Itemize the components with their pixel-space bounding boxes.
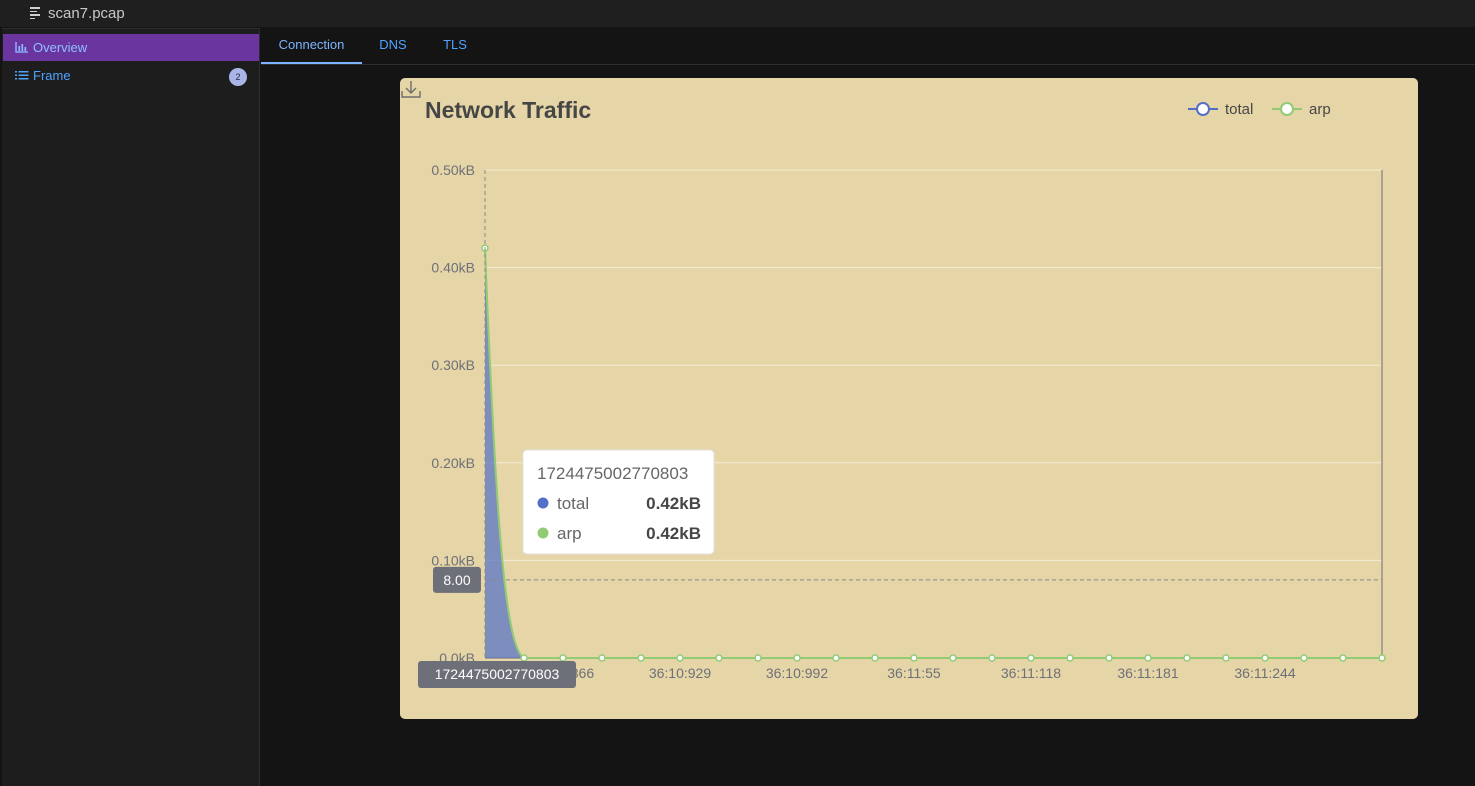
data-point — [1300, 654, 1308, 662]
axis-pointer-y-label: 8.00 — [443, 572, 470, 588]
download-icon[interactable] — [400, 78, 422, 100]
data-point — [754, 654, 762, 662]
data-point — [715, 654, 723, 662]
data-point — [871, 654, 879, 662]
data-point — [1261, 654, 1269, 662]
sidebar-item-label: Frame — [33, 68, 71, 83]
legend-label-total: total — [1225, 101, 1253, 118]
data-point — [793, 654, 801, 662]
tab-connection[interactable]: Connection — [261, 27, 362, 64]
tooltip-series-name: total — [557, 494, 589, 513]
series-area-total — [485, 248, 524, 658]
tab-bar: Connection DNS TLS — [261, 27, 1475, 65]
sidebar-item-frame[interactable]: Frame 2 — [3, 62, 259, 89]
sidebar-item-overview[interactable]: Overview — [3, 34, 259, 61]
document-lines-icon — [30, 7, 40, 19]
data-point — [1183, 654, 1191, 662]
y-tick-label: 0.40kB — [431, 260, 475, 276]
file-name: scan7.pcap — [48, 5, 125, 22]
sidebar-item-label: Overview — [33, 40, 88, 55]
tooltip-series-name: arp — [557, 524, 582, 543]
data-point — [832, 654, 840, 662]
chart-title: Network Traffic — [425, 97, 591, 123]
data-point — [988, 654, 996, 662]
count-badge: 2 — [229, 68, 247, 86]
list-icon — [15, 71, 29, 80]
data-point — [1144, 654, 1152, 662]
data-point — [1339, 654, 1347, 662]
tooltip-series-value: 0.42kB — [646, 494, 701, 513]
tab-tls[interactable]: TLS — [424, 27, 486, 64]
legend-label-arp: arp — [1309, 101, 1331, 118]
data-point — [1105, 654, 1113, 662]
x-tick-label: 36:10:992 — [766, 665, 828, 681]
data-point — [949, 654, 957, 662]
title-bar: scan7.pcap — [0, 0, 1475, 27]
tooltip-series-value: 0.42kB — [646, 524, 701, 543]
tooltip-marker-total — [537, 497, 549, 509]
bar-chart-icon — [15, 42, 28, 53]
x-tick-label: 36:10:929 — [649, 665, 711, 681]
tooltip-title: 1724475002770803 — [537, 464, 688, 483]
data-point — [676, 654, 684, 662]
tooltip-marker-arp — [537, 527, 549, 539]
chart-card: Network Traffic total arp 0.0kB 0.10kB 0.20kB… — [400, 78, 1418, 719]
data-point — [520, 654, 528, 662]
y-tick-label: 0.30kB — [431, 357, 475, 373]
x-tick-label: 36:11:118 — [1001, 665, 1061, 681]
data-point — [559, 654, 567, 662]
y-tick-label: 0.10kB — [431, 552, 475, 568]
data-point — [598, 654, 606, 662]
y-tick-label: 0.20kB — [431, 455, 475, 471]
data-point — [1222, 654, 1230, 662]
data-point — [637, 654, 645, 662]
data-point — [910, 654, 918, 662]
data-point — [1378, 654, 1386, 662]
network-traffic-chart[interactable]: Network Traffic total arp0.0kB0.10kB0.20kB… — [400, 78, 1418, 719]
legend-marker-total — [1196, 102, 1210, 116]
axis-pointer-x-label: 1724475002770803 — [435, 666, 560, 682]
data-point — [1027, 654, 1035, 662]
x-tick-label: 36:11:244 — [1234, 665, 1295, 681]
y-tick-label: 0.50kB — [431, 162, 475, 178]
x-tick-label: 36:11:181 — [1117, 665, 1178, 681]
legend-marker-arp — [1280, 102, 1294, 116]
data-point — [1066, 654, 1074, 662]
tab-dns[interactable]: DNS — [362, 27, 424, 64]
x-tick-label: 36:11:55 — [887, 665, 941, 681]
sidebar: Overview Frame 2 — [2, 28, 260, 786]
